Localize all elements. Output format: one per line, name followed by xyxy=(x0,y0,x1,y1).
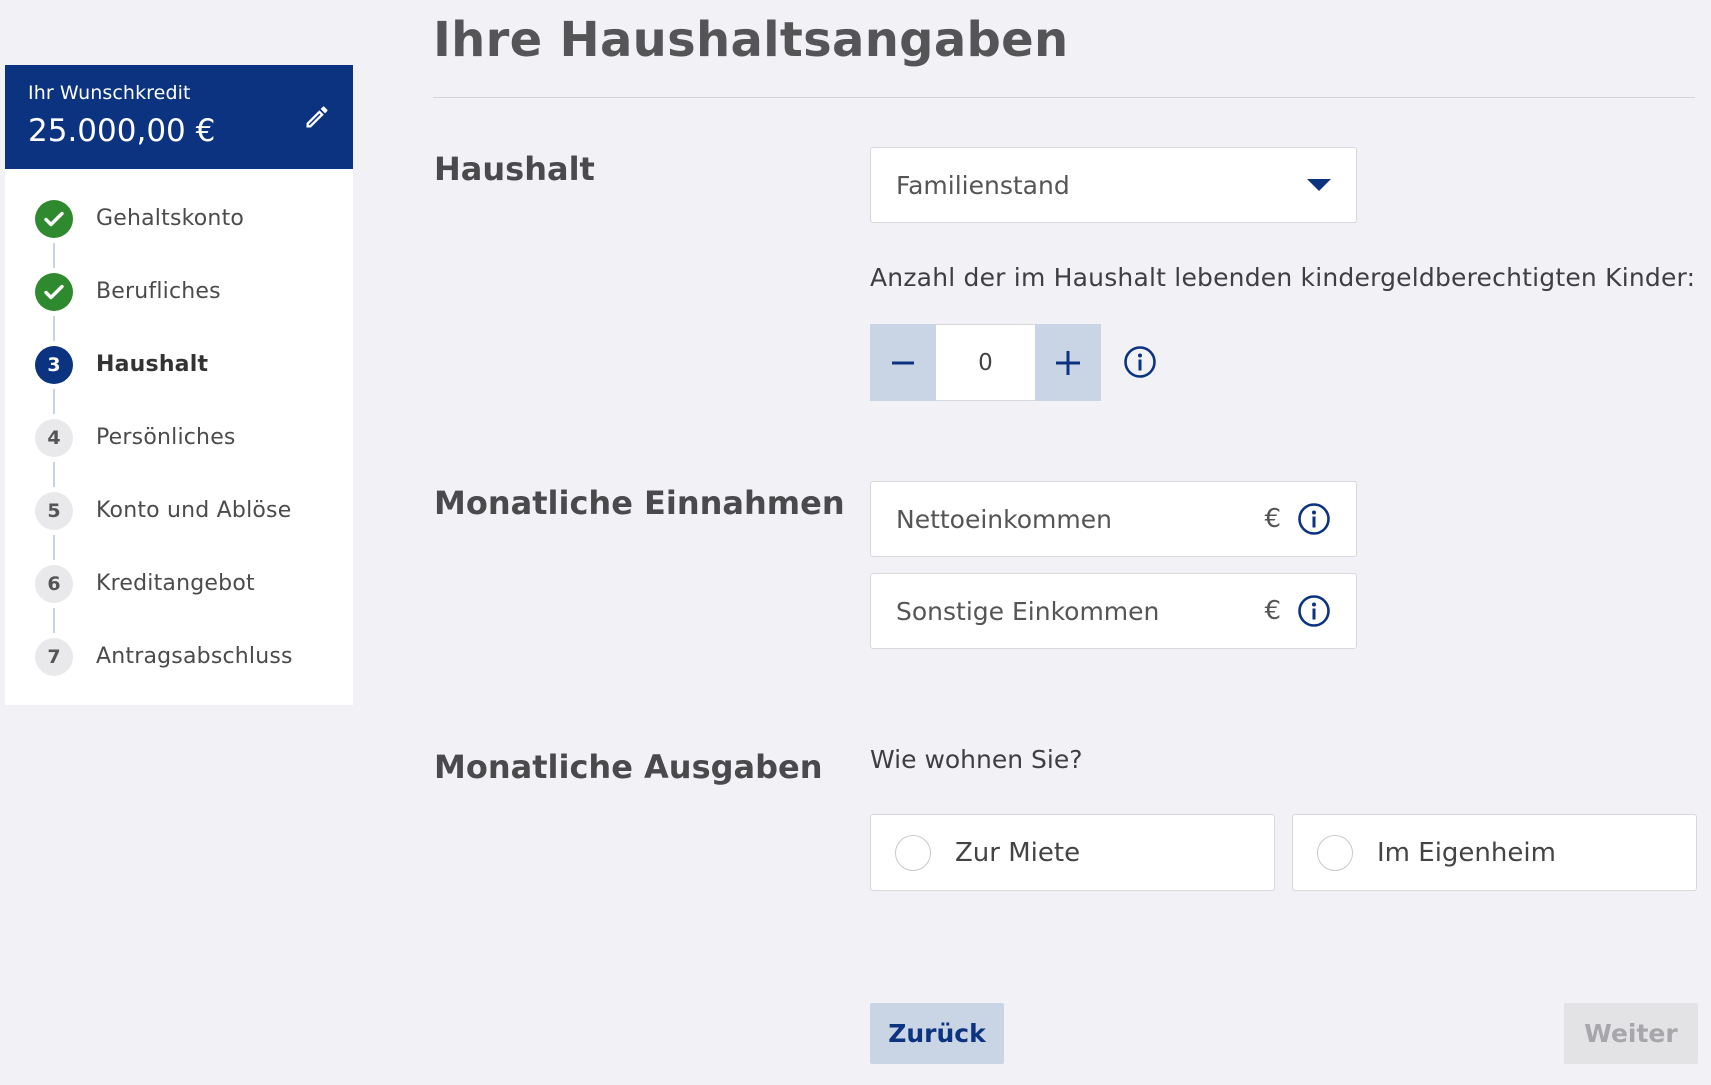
radio-label: Im Eigenheim xyxy=(1377,837,1556,868)
currency-symbol: € xyxy=(1264,504,1281,534)
page-title: Ihre Haushaltsangaben xyxy=(433,12,1069,68)
step-label: Antragsabschluss xyxy=(96,644,293,669)
step-label: Gehaltskonto xyxy=(96,206,245,231)
children-count-stepper: 0 xyxy=(870,324,1101,401)
net-income-field[interactable]: Nettoeinkommen € xyxy=(870,481,1357,557)
step-list: Gehaltskonto Berufliches 3 Haushalt 4 Pe… xyxy=(5,169,353,693)
other-income-field[interactable]: Sonstige Einkommen € xyxy=(870,573,1357,649)
marital-status-select[interactable]: Familienstand xyxy=(870,147,1357,223)
next-button[interactable]: Weiter xyxy=(1564,1003,1698,1064)
radio-option-own-home[interactable]: Im Eigenheim xyxy=(1292,814,1697,891)
checkmark-icon xyxy=(44,284,64,299)
step-label: Persönliches xyxy=(96,425,236,450)
step-berufliches[interactable]: Berufliches xyxy=(5,255,353,341)
net-income-placeholder: Nettoeinkommen xyxy=(896,504,1112,534)
step-label: Haushalt xyxy=(96,352,209,377)
other-income-placeholder: Sonstige Einkommen xyxy=(896,596,1160,626)
step-persoenliches[interactable]: 4 Persönliches xyxy=(5,401,353,487)
step-number-badge: 3 xyxy=(35,345,73,384)
radio-option-rent[interactable]: Zur Miete xyxy=(870,814,1275,891)
step-label: Berufliches xyxy=(96,279,221,304)
step-done-badge xyxy=(35,199,73,238)
minus-icon xyxy=(892,361,914,364)
progress-sidebar: Ihr Wunschkredit 25.000,00 € Gehaltskont… xyxy=(5,65,353,705)
step-konto-und-abloese[interactable]: 5 Konto und Ablöse xyxy=(5,474,353,560)
back-button[interactable]: Zurück xyxy=(870,1003,1004,1064)
section-heading-household: Haushalt xyxy=(434,150,595,188)
step-done-badge xyxy=(35,272,73,311)
step-label: Konto und Ablöse xyxy=(96,498,292,523)
info-icon[interactable] xyxy=(1297,594,1331,628)
desired-credit-amount: 25.000,00 € xyxy=(28,113,216,149)
decrement-button[interactable] xyxy=(870,324,936,401)
step-antragsabschluss[interactable]: 7 Antragsabschluss xyxy=(5,620,353,693)
children-count-value[interactable]: 0 xyxy=(936,324,1035,401)
section-heading-expenses: Monatliche Ausgaben xyxy=(434,748,823,786)
chevron-down-icon xyxy=(1307,179,1331,191)
pencil-icon[interactable] xyxy=(303,103,331,131)
title-divider xyxy=(433,97,1695,98)
step-number-badge: 7 xyxy=(35,637,73,676)
desired-credit-label: Ihr Wunschkredit xyxy=(28,82,191,104)
radio-button[interactable] xyxy=(895,834,931,871)
marital-status-placeholder: Familienstand xyxy=(896,170,1070,200)
section-heading-income: Monatliche Einnahmen xyxy=(434,484,845,522)
step-number-badge: 4 xyxy=(35,418,73,457)
radio-button[interactable] xyxy=(1317,834,1353,871)
children-count-label: Anzahl der im Haushalt lebenden kinderge… xyxy=(870,263,1696,292)
step-label: Kreditangebot xyxy=(96,571,255,596)
step-kreditangebot[interactable]: 6 Kreditangebot xyxy=(5,547,353,633)
plus-icon xyxy=(1056,350,1080,375)
step-number-badge: 5 xyxy=(35,491,73,530)
desired-credit-box: Ihr Wunschkredit 25.000,00 € xyxy=(5,65,353,169)
radio-label: Zur Miete xyxy=(955,837,1081,868)
info-icon[interactable] xyxy=(1123,345,1157,379)
step-haushalt[interactable]: 3 Haushalt xyxy=(5,328,353,414)
info-icon[interactable] xyxy=(1297,502,1331,536)
housing-question: Wie wohnen Sie? xyxy=(870,745,1083,774)
step-gehaltskonto[interactable]: Gehaltskonto xyxy=(5,182,353,268)
currency-symbol: € xyxy=(1264,596,1281,626)
increment-button[interactable] xyxy=(1035,324,1101,401)
checkmark-icon xyxy=(44,211,64,226)
step-number-badge: 6 xyxy=(35,564,73,603)
